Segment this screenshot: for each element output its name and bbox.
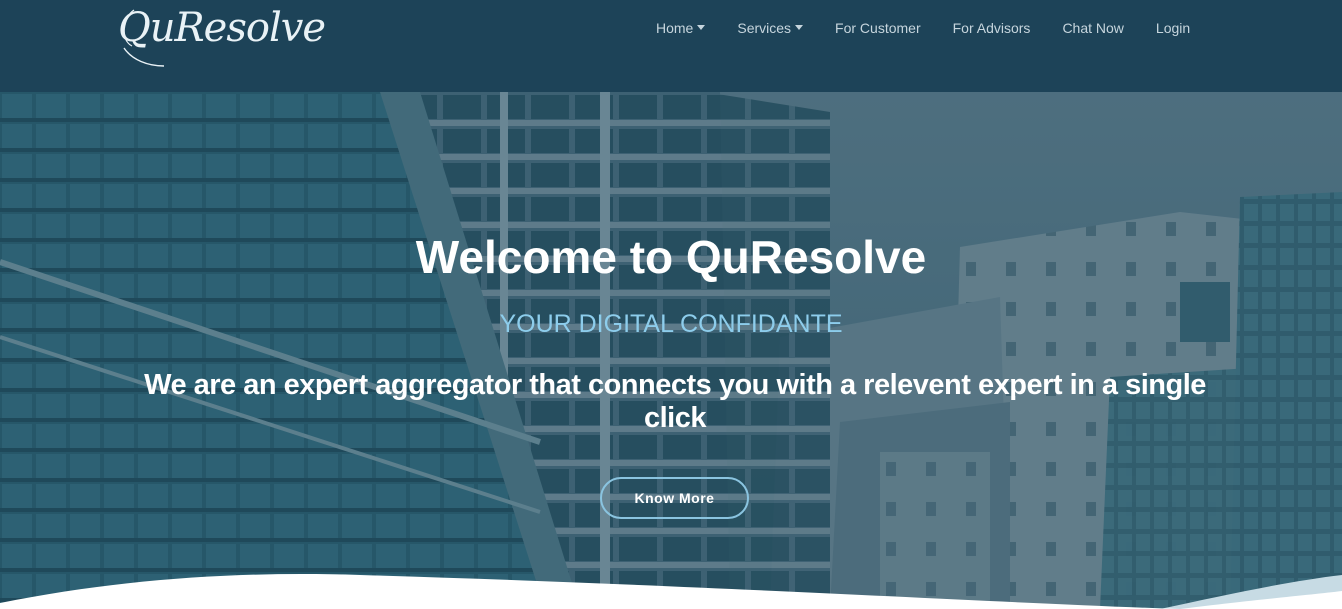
caret-down-icon: [697, 24, 706, 30]
nav-item-login-label: Login: [1155, 20, 1191, 36]
brand-logo[interactable]: QuResolve: [118, 0, 328, 70]
nav-item-for-customer[interactable]: For Customer: [819, 20, 937, 36]
nav-item-login[interactable]: Login: [1140, 20, 1206, 36]
nav-item-services-label: Services: [737, 20, 792, 36]
nav-item-for-advisors[interactable]: For Advisors: [937, 20, 1047, 36]
nav-item-chat-now[interactable]: Chat Now: [1046, 20, 1139, 36]
nav-item-home[interactable]: Home: [640, 20, 721, 36]
nav-item-chat-now-label: Chat Now: [1062, 20, 1124, 36]
hero-title: Welcome to QuResolve: [415, 231, 927, 283]
hero-content: Welcome to QuResolve YOUR DIGITAL CONFID…: [0, 92, 1342, 609]
hero-lead-text: We are an expert aggregator that connect…: [144, 369, 1206, 434]
hero-bottom-wave: [0, 574, 1342, 609]
know-more-button[interactable]: Know More: [600, 477, 749, 519]
main-nav: Home Services For Customer For Advisors …: [640, 18, 1206, 38]
hero-section: Welcome to QuResolve YOUR DIGITAL CONFID…: [0, 92, 1342, 609]
nav-item-services[interactable]: Services: [721, 20, 819, 36]
nav-item-home-label: Home: [656, 20, 694, 36]
nav-item-for-advisors-label: For Advisors: [952, 20, 1031, 36]
brand-logo-text: QuResolve: [118, 5, 326, 51]
caret-down-icon: [795, 24, 804, 30]
nav-item-for-customer-label: For Customer: [835, 20, 921, 36]
top-navbar: QuResolve Home Services For Customer For…: [0, 0, 1342, 92]
hero-subtitle: YOUR DIGITAL CONFIDANTE: [499, 310, 843, 338]
